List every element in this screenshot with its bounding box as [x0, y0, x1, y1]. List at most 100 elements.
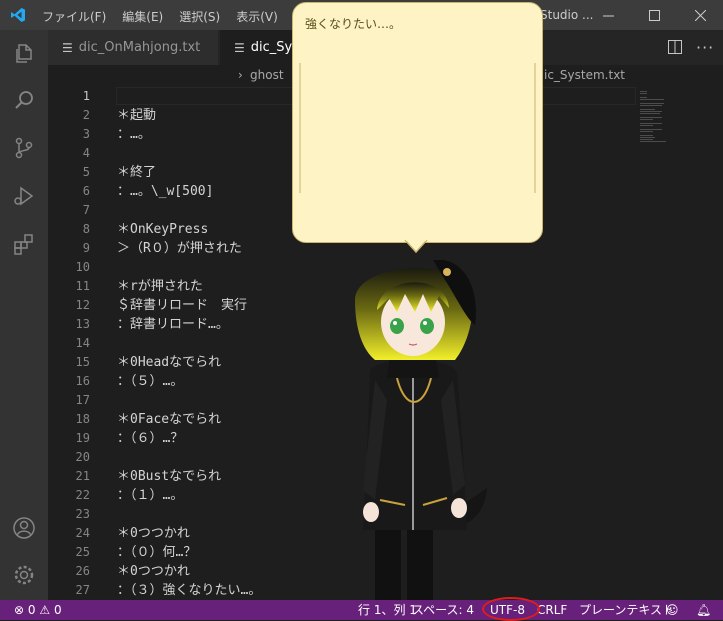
line-text: ：（５）…。 [117, 374, 184, 389]
minimap-line [640, 109, 656, 110]
line-text: ＊0つつかれ [117, 564, 190, 579]
status-bar: ⊗ 0 ⚠ 0 行 1、列 1 スペース: 4 UTF-8 CRLF プレーンテ… [0, 600, 723, 620]
line-number: 25 [75, 545, 90, 559]
minimap-line [640, 137, 656, 138]
line-text: ：…。\_w[500] [117, 184, 214, 199]
menu-file[interactable]: ファイル(F) [42, 8, 106, 25]
line-number: 4 [82, 146, 90, 160]
run-debug-icon[interactable] [12, 184, 36, 208]
file-lines-icon: ☰ [234, 40, 245, 55]
tab-dic-onmahjong[interactable]: ☰ dic_OnMahjong.txt [48, 30, 218, 65]
line-text: ：（６）…？ [117, 431, 184, 446]
split-editor-icon[interactable] [668, 40, 682, 54]
line-text: ＞（R０）が押された [117, 241, 242, 256]
minimap-line [640, 135, 654, 136]
line-ending[interactable]: CRLF [537, 600, 567, 620]
minimap-line [640, 99, 665, 100]
minimap-line [640, 113, 660, 114]
breadcrumb-file[interactable]: ic_System.txt [544, 68, 625, 82]
cursor-position[interactable]: 行 1、列 1 [358, 600, 417, 620]
minimap-line [640, 105, 662, 106]
line-number: 15 [75, 355, 90, 369]
breadcrumb-folder[interactable]: ghost [250, 68, 284, 82]
tab-label: dic_OnMahjong.txt [78, 40, 201, 55]
extensions-icon[interactable] [12, 232, 36, 256]
maximize-icon [648, 9, 660, 21]
line-number: 19 [75, 431, 90, 445]
minimap-line [640, 139, 654, 140]
line-number: 1 [82, 89, 90, 103]
minimap-line [640, 125, 654, 126]
more-actions-icon[interactable]: ··· [696, 38, 713, 57]
line-text: ＊起動 [117, 108, 157, 123]
maximize-button[interactable] [631, 0, 677, 30]
account-icon[interactable] [12, 516, 36, 540]
line-text: ＊終了 [117, 165, 157, 180]
line-number: 14 [75, 336, 90, 350]
balloon-text: 強くなりたい…。 [305, 17, 402, 31]
minimap-line [640, 97, 647, 98]
minimap-line [640, 129, 662, 130]
line-number: 18 [75, 412, 90, 426]
menu-bar: ファイル(F) 編集(E) 選択(S) 表示(V) 移 [42, 8, 306, 25]
line-number: 13 [75, 317, 90, 331]
line-number: 11 [75, 279, 90, 293]
menu-edit[interactable]: 編集(E) [122, 8, 163, 25]
language-mode[interactable]: プレーンテキスト [579, 600, 674, 620]
minimap-line [640, 119, 654, 120]
bell-icon[interactable]: 🔔︎ [696, 600, 711, 620]
error-icon: ⊗ [14, 603, 25, 617]
minimize-icon [602, 15, 614, 16]
vscode-logo-icon [11, 8, 25, 22]
line-text: ：辞書リロード…。 [117, 317, 229, 332]
line-text: ＊0Bustなでられ [117, 469, 222, 484]
menu-view[interactable]: 表示(V) [236, 8, 278, 25]
minimap-line [640, 141, 667, 142]
minimap-line [640, 103, 665, 104]
line-number: 2 [82, 108, 90, 122]
line-number: 3 [82, 127, 90, 141]
line-text: ＊OnKeyPress [117, 222, 209, 237]
ghost-character[interactable] [335, 260, 495, 620]
feedback-icon[interactable]: ☺ [666, 600, 679, 620]
search-icon[interactable] [12, 88, 36, 112]
balloon-edge-right [534, 63, 536, 193]
line-number: 24 [75, 526, 90, 540]
minimap[interactable] [640, 87, 710, 227]
file-lines-icon: ☰ [62, 40, 73, 55]
speech-balloon[interactable]: 強くなりたい…。 [292, 2, 543, 243]
line-number: 22 [75, 488, 90, 502]
line-number: 7 [82, 203, 90, 217]
line-number: 9 [82, 241, 90, 255]
indentation[interactable]: スペース: 4 [412, 600, 474, 620]
minimap-line [640, 123, 662, 124]
minimap-line [640, 131, 654, 132]
line-number: 5 [82, 165, 90, 179]
balloon-tail [404, 240, 428, 254]
minimap-line [640, 93, 647, 94]
line-number: 20 [75, 450, 90, 464]
close-button[interactable] [677, 0, 723, 30]
source-control-icon[interactable] [12, 136, 36, 160]
menu-selection[interactable]: 選択(S) [179, 8, 220, 25]
minimap-line [640, 111, 662, 112]
warning-count: 0 [53, 603, 62, 617]
encoding-annotation-circle [482, 597, 540, 621]
line-number: 23 [75, 507, 90, 521]
line-text: ＊rが押された [117, 279, 203, 294]
balloon-edge-left [299, 63, 301, 193]
explorer-icon[interactable] [12, 42, 36, 66]
line-number: 21 [75, 469, 90, 483]
line-number: 10 [75, 260, 90, 274]
line-text: ：…。 [117, 127, 151, 142]
line-text: ＊0Faceなでられ [117, 412, 222, 427]
line-number: 12 [75, 298, 90, 312]
line-number: 16 [75, 374, 90, 388]
line-text: ＊0Headなでられ [117, 355, 222, 370]
line-number: 17 [75, 393, 90, 407]
minimize-button[interactable] [585, 0, 631, 30]
gear-icon[interactable] [12, 563, 36, 587]
problems-indicator[interactable]: ⊗ 0 ⚠ 0 [14, 600, 62, 620]
line-number: 6 [82, 184, 90, 198]
close-icon [694, 9, 706, 21]
